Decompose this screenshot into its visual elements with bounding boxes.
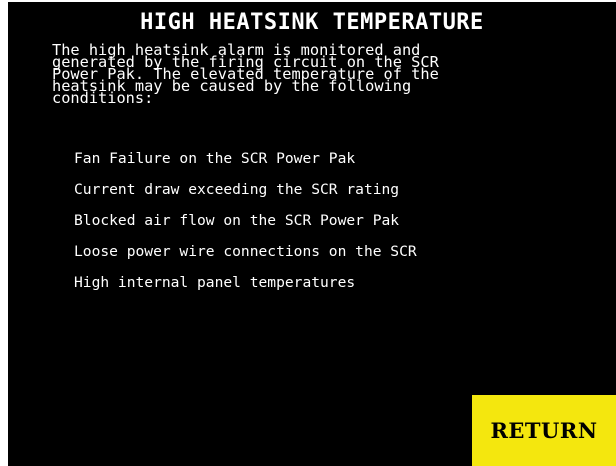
condition-item: Fan Failure on the SCR Power Pak <box>74 150 356 167</box>
alarm-screen: HIGH HEATSINK TEMPERATURE The high heats… <box>8 2 616 466</box>
conditions-list: Fan Failure on the SCR Power Pak Current… <box>74 143 417 298</box>
condition-item: Loose power wire connections on the SCR <box>74 243 417 260</box>
alarm-description: The high heatsink alarm is monitored and… <box>52 42 608 105</box>
return-button[interactable]: RETURN <box>472 395 616 466</box>
condition-item: High internal panel temperatures <box>74 274 356 291</box>
page-title: HIGH HEATSINK TEMPERATURE <box>140 10 484 35</box>
condition-item: Current draw exceeding the SCR rating <box>74 181 400 198</box>
condition-item: Blocked air flow on the SCR Power Pak <box>74 212 400 229</box>
